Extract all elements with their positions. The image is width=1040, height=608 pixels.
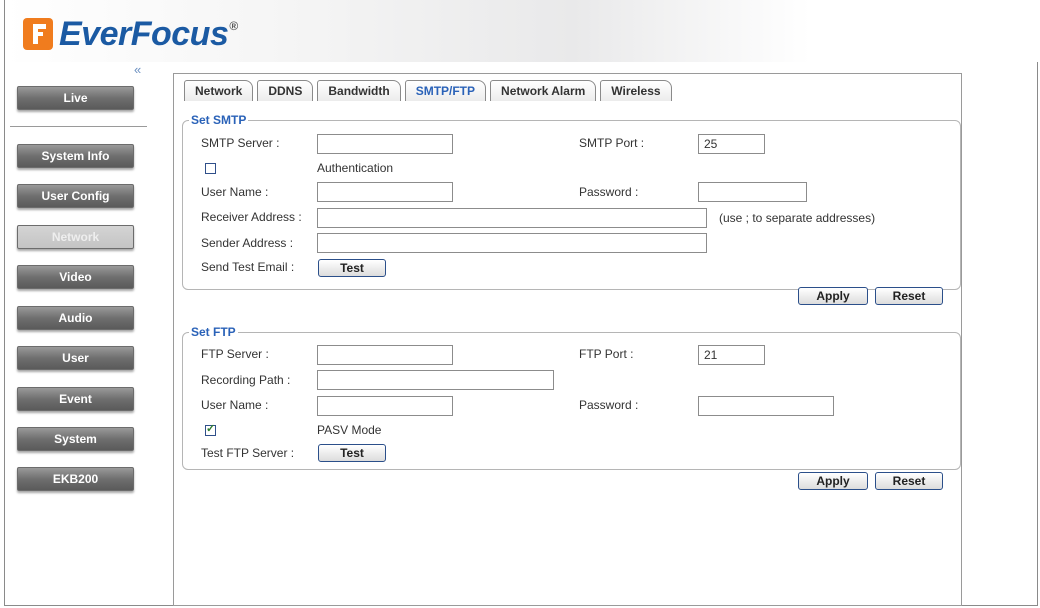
ftp-port-input[interactable] <box>698 345 765 365</box>
brand-name: EverFocus® <box>59 14 238 53</box>
ftp-port-label: FTP Port : <box>579 347 634 361</box>
ftp-server-input[interactable] <box>317 345 453 365</box>
ftp-group: Set FTP <box>182 325 961 470</box>
sender-address-label: Sender Address : <box>201 236 294 250</box>
recording-path-input[interactable] <box>317 370 554 390</box>
ftp-test-button[interactable]: Test <box>318 444 386 462</box>
tab-bar: Network DDNS Bandwidth SMTP/FTP Network … <box>184 79 676 101</box>
sidebar-item-system[interactable]: System <box>17 427 134 451</box>
send-test-email-label: Send Test Email : <box>201 260 295 274</box>
sidebar-item-system-info[interactable]: System Info <box>17 144 134 168</box>
tab-ddns[interactable]: DDNS <box>257 80 314 101</box>
receiver-address-input[interactable] <box>317 208 707 228</box>
smtp-username-input[interactable] <box>317 182 453 202</box>
authentication-label: Authentication <box>317 161 394 175</box>
smtp-reset-button[interactable]: Reset <box>875 287 943 305</box>
ftp-server-label: FTP Server : <box>201 347 269 361</box>
sidebar-item-event[interactable]: Event <box>17 387 134 411</box>
ftp-password-input[interactable] <box>698 396 834 416</box>
ftp-username-label: User Name : <box>201 398 269 412</box>
smtp-legend: Set SMTP <box>191 113 247 127</box>
sidebar-divider <box>10 126 147 127</box>
smtp-server-input[interactable] <box>317 134 453 154</box>
sidebar-item-audio[interactable]: Audio <box>17 306 134 330</box>
ftp-apply-button[interactable]: Apply <box>798 472 868 490</box>
receiver-address-label: Receiver Address : <box>201 210 302 224</box>
smtp-port-label: SMTP Port : <box>579 136 645 150</box>
authentication-checkbox[interactable] <box>205 163 216 174</box>
sidebar-item-ekb200[interactable]: EKB200 <box>17 467 134 491</box>
ftp-reset-button[interactable]: Reset <box>875 472 943 490</box>
sender-address-input[interactable] <box>317 233 707 253</box>
receiver-address-hint: (use ; to separate addresses) <box>719 211 876 225</box>
brand-logo: EverFocus® <box>23 14 238 54</box>
smtp-password-label: Password : <box>579 185 639 199</box>
tab-network[interactable]: Network <box>184 80 254 101</box>
tab-network-alarm[interactable]: Network Alarm <box>490 80 597 101</box>
sidebar-item-user[interactable]: User <box>17 346 134 370</box>
header-banner: EverFocus® <box>5 0 1038 62</box>
tab-wireless[interactable]: Wireless <box>600 80 672 101</box>
sidebar-item-live[interactable]: Live <box>17 86 134 110</box>
recording-path-label: Recording Path : <box>201 373 291 387</box>
smtp-test-button[interactable]: Test <box>318 259 386 277</box>
pasv-mode-label: PASV Mode <box>317 423 382 437</box>
ftp-username-input[interactable] <box>317 396 453 416</box>
ftp-legend: Set FTP <box>191 325 236 339</box>
pasv-mode-checkbox[interactable] <box>205 422 216 436</box>
smtp-server-label: SMTP Server : <box>201 136 280 150</box>
sidebar-item-network[interactable]: Network <box>17 225 134 249</box>
sidebar-item-user-config[interactable]: User Config <box>17 184 134 208</box>
test-ftp-server-label: Test FTP Server : <box>201 446 295 460</box>
ftp-password-label: Password : <box>579 398 639 412</box>
smtp-group: Set SMTP <box>182 113 961 290</box>
smtp-apply-button[interactable]: Apply <box>798 287 868 305</box>
tab-smtp-ftp[interactable]: SMTP/FTP <box>404 80 487 101</box>
smtp-username-label: User Name : <box>201 185 269 199</box>
logo-icon <box>23 18 53 50</box>
sidebar-item-video[interactable]: Video <box>17 265 134 289</box>
collapse-sidebar-icon[interactable]: « <box>134 62 141 77</box>
smtp-port-input[interactable] <box>698 134 765 154</box>
tab-bandwidth[interactable]: Bandwidth <box>317 80 401 101</box>
smtp-password-input[interactable] <box>698 182 807 202</box>
